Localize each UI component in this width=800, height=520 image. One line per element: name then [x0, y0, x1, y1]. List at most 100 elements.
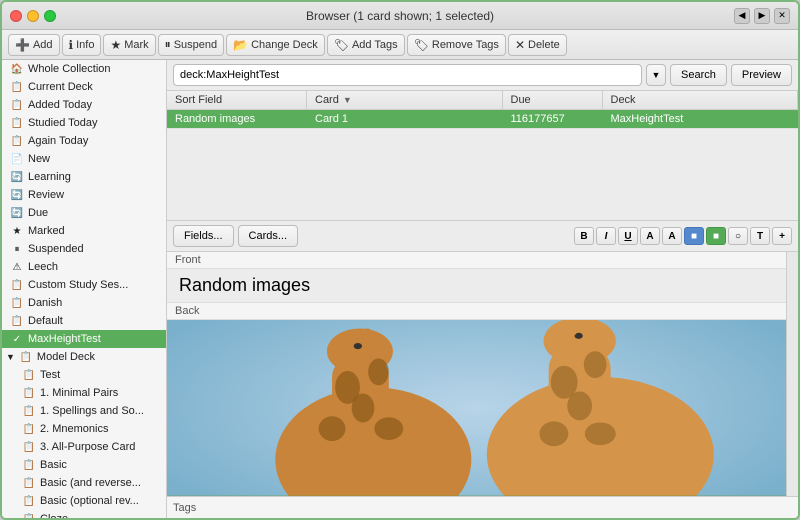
sidebar-item-maxheighttest[interactable]: ✓ MaxHeightTest: [2, 330, 166, 348]
due-icon: 🔄: [10, 206, 24, 220]
tags-input[interactable]: [202, 500, 792, 516]
remove-tags-button[interactable]: 🏷 Remove Tags: [407, 34, 506, 56]
search-button[interactable]: Search: [670, 64, 727, 86]
current-deck-icon: 📋: [10, 80, 24, 94]
toolbar: ➕ Add ℹ Info ★ Mark ⏸ Suspend 📂 Change D…: [2, 30, 798, 60]
search-dropdown[interactable]: ▼: [646, 64, 666, 86]
delete-button[interactable]: ✕ Delete: [508, 34, 567, 56]
mnemonics-icon: 📋: [22, 422, 36, 436]
fields-button[interactable]: Fields...: [173, 225, 234, 247]
title-bar: Browser (1 card shown; 1 selected) ◀ ▶ ✕: [2, 2, 798, 30]
sidebar-item-mnemonics[interactable]: 📋 2. Mnemonics: [2, 420, 166, 438]
sidebar-item-danish[interactable]: 📋 Danish: [2, 294, 166, 312]
preview-scrollbar[interactable]: [786, 252, 798, 496]
change-deck-icon: 📂: [233, 38, 248, 52]
sidebar-item-minimal-pairs[interactable]: 📋 1. Minimal Pairs: [2, 384, 166, 402]
sidebar-item-added-today[interactable]: 📋 Added Today: [2, 96, 166, 114]
sidebar-item-all-purpose[interactable]: 📋 3. All-Purpose Card: [2, 438, 166, 456]
card-header[interactable]: Card ▼: [307, 91, 503, 109]
nav-forward[interactable]: ▶: [754, 8, 770, 24]
sidebar-item-studied-today[interactable]: 📋 Studied Today: [2, 114, 166, 132]
danish-icon: 📋: [10, 296, 24, 310]
bold-button[interactable]: B: [574, 227, 594, 245]
card-preview-container: Front Random images Back: [167, 252, 798, 496]
sidebar-item-default[interactable]: 📋 Default: [2, 312, 166, 330]
color-blue-button[interactable]: ■: [684, 227, 704, 245]
expand-arrow-icon: ▼: [6, 352, 15, 362]
content-area: ▼ Search Preview Sort Field Card ▼ Due: [167, 60, 798, 518]
sidebar-item-basic[interactable]: 📋 Basic: [2, 456, 166, 474]
sidebar-item-current-deck[interactable]: 📋 Current Deck: [2, 78, 166, 96]
sidebar-item-new[interactable]: 📄 New: [2, 150, 166, 168]
table-header: Sort Field Card ▼ Due Deck: [167, 91, 798, 110]
font-size-button[interactable]: A: [662, 227, 682, 245]
deck-header[interactable]: Deck: [603, 91, 799, 109]
due-cell: 116177657: [503, 110, 603, 128]
card-front-text: Random images: [167, 269, 786, 303]
circle-button[interactable]: ○: [728, 227, 748, 245]
info-button[interactable]: ℹ Info: [62, 34, 102, 56]
add-tags-button[interactable]: 🏷 Add Tags: [327, 34, 405, 56]
minimal-pairs-icon: 📋: [22, 386, 36, 400]
test-icon: 📋: [22, 368, 36, 382]
sidebar-item-test[interactable]: 📋 Test: [2, 366, 166, 384]
sidebar-item-spellings[interactable]: 📋 1. Spellings and So...: [2, 402, 166, 420]
table-row[interactable]: Random images Card 1 116177657 MaxHeight…: [167, 110, 798, 129]
sidebar-item-basic-optional[interactable]: 📋 Basic (optional rev...: [2, 492, 166, 510]
sidebar-item-due[interactable]: 🔄 Due: [2, 204, 166, 222]
suspend-button[interactable]: ⏸ Suspend: [158, 34, 224, 56]
tags-bar: Tags: [167, 496, 798, 518]
model-deck-icon: 📋: [19, 350, 33, 364]
nav-back[interactable]: ◀: [734, 8, 750, 24]
sidebar-item-learning[interactable]: 🔄 Learning: [2, 168, 166, 186]
again-today-icon: 📋: [10, 134, 24, 148]
cards-button[interactable]: Cards...: [238, 225, 299, 247]
sidebar-item-model-deck[interactable]: ▼ 📋 Model Deck: [2, 348, 166, 366]
back-label: Back: [167, 303, 786, 320]
new-icon: 📄: [10, 152, 24, 166]
sidebar-item-cloze[interactable]: 📋 Cloze: [2, 510, 166, 518]
mark-icon: ★: [110, 38, 121, 52]
font-color-button[interactable]: A: [640, 227, 660, 245]
remove-tags-icon: 🏷: [414, 38, 429, 52]
front-label: Front: [167, 252, 786, 269]
card-table: Sort Field Card ▼ Due Deck Random images: [167, 91, 798, 221]
basic-optional-icon: 📋: [22, 494, 36, 508]
action-buttons: Fields... Cards... B I U A A ■ ■ ○ T +: [167, 221, 798, 252]
sort-field-cell: Random images: [167, 110, 307, 128]
main-area: 🏠 Whole Collection 📋 Current Deck 📋 Adde…: [2, 60, 798, 518]
sidebar-item-basic-reverse[interactable]: 📋 Basic (and reverse...: [2, 474, 166, 492]
mark-button[interactable]: ★ Mark: [103, 34, 155, 56]
sidebar-item-leech[interactable]: ⚠ Leech: [2, 258, 166, 276]
search-input[interactable]: [173, 64, 642, 86]
text-button[interactable]: T: [750, 227, 770, 245]
sidebar: 🏠 Whole Collection 📋 Current Deck 📋 Adde…: [2, 60, 167, 518]
add-media-button[interactable]: +: [772, 227, 792, 245]
minimize-button[interactable]: [27, 10, 39, 22]
underline-button[interactable]: U: [618, 227, 638, 245]
sort-field-header[interactable]: Sort Field: [167, 91, 307, 109]
marked-icon: ★: [10, 224, 24, 238]
italic-button[interactable]: I: [596, 227, 616, 245]
close-button[interactable]: [10, 10, 22, 22]
sidebar-item-suspended[interactable]: ⏸ Suspended: [2, 240, 166, 258]
change-deck-button[interactable]: 📂 Change Deck: [226, 34, 325, 56]
sidebar-item-whole-collection[interactable]: 🏠 Whole Collection: [2, 60, 166, 78]
add-button[interactable]: ➕ Add: [8, 34, 60, 56]
custom-study-icon: 📋: [10, 278, 24, 292]
add-icon: ➕: [15, 38, 30, 52]
sidebar-item-review[interactable]: 🔄 Review: [2, 186, 166, 204]
studied-today-icon: 📋: [10, 116, 24, 130]
add-tags-icon: 🏷: [334, 38, 349, 52]
delete-icon: ✕: [515, 38, 525, 52]
due-header[interactable]: Due: [503, 91, 603, 109]
sidebar-item-again-today[interactable]: 📋 Again Today: [2, 132, 166, 150]
color-green-button[interactable]: ■: [706, 227, 726, 245]
preview-button[interactable]: Preview: [731, 64, 792, 86]
learning-icon: 🔄: [10, 170, 24, 184]
sidebar-item-custom-study[interactable]: 📋 Custom Study Ses...: [2, 276, 166, 294]
sidebar-item-marked[interactable]: ★ Marked: [2, 222, 166, 240]
search-bar: ▼ Search Preview: [167, 60, 798, 91]
maximize-button[interactable]: [44, 10, 56, 22]
nav-close[interactable]: ✕: [774, 8, 790, 24]
